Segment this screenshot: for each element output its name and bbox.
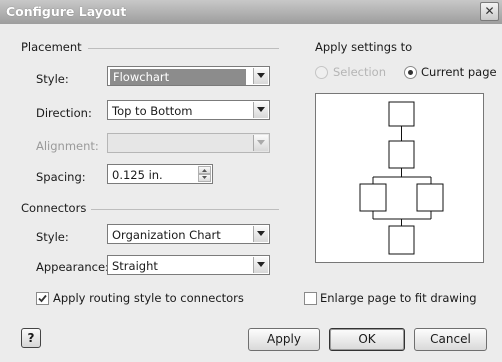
placement-style-value: Flowchart [110, 69, 246, 85]
placement-style-label: Style: [36, 72, 69, 86]
connector-style-dropdown[interactable]: Organization Chart [107, 224, 270, 244]
placement-style-dropdown[interactable]: Flowchart [107, 66, 270, 86]
flowchart-preview-icon [359, 101, 444, 255]
window-title: Configure Layout [6, 4, 127, 19]
radio-dot-icon [408, 70, 413, 75]
checkmark-icon [38, 294, 47, 303]
appearance-value: Straight [112, 259, 158, 273]
close-button[interactable]: ✕ [480, 2, 499, 21]
chevron-down-icon[interactable] [253, 226, 268, 242]
enlarge-page-checkbox-label[interactable]: Enlarge page to fit drawing [320, 291, 477, 305]
placement-divider [88, 48, 279, 49]
cancel-button[interactable]: Cancel [414, 328, 487, 351]
spin-up-icon[interactable] [198, 166, 211, 174]
close-icon: ✕ [484, 4, 495, 18]
connector-style-label: Style: [36, 230, 69, 244]
appearance-dropdown[interactable]: Straight [107, 255, 270, 275]
current-page-radio[interactable] [404, 66, 417, 79]
spacing-spinner[interactable]: 0.125 in. [107, 164, 213, 184]
apply-settings-heading: Apply settings to [315, 40, 413, 54]
help-icon: ? [27, 331, 35, 345]
connector-style-value: Organization Chart [112, 228, 221, 242]
chevron-down-icon[interactable] [253, 257, 268, 273]
alignment-dropdown[interactable] [107, 133, 270, 153]
placement-heading: Placement [21, 40, 82, 54]
apply-button[interactable]: Apply [248, 328, 320, 351]
routing-checkbox-label[interactable]: Apply routing style to connectors [53, 291, 244, 305]
enlarge-page-checkbox[interactable] [304, 292, 317, 305]
chevron-down-icon[interactable] [253, 102, 268, 118]
selection-radio[interactable] [315, 66, 328, 79]
spacing-label: Spacing: [36, 170, 86, 184]
selection-radio-label: Selection [333, 65, 386, 79]
current-page-radio-label[interactable]: Current page [421, 65, 497, 79]
connectors-divider [91, 209, 279, 210]
ok-button[interactable]: OK [329, 328, 405, 351]
chevron-down-icon[interactable] [253, 68, 268, 84]
routing-checkbox[interactable] [36, 292, 49, 305]
alignment-label: Alignment: [36, 139, 99, 153]
chevron-down-icon [253, 135, 268, 151]
appearance-label: Appearance: [36, 260, 109, 274]
help-button[interactable]: ? [21, 328, 41, 348]
direction-label: Direction: [36, 106, 92, 120]
direction-value: Top to Bottom [112, 104, 193, 118]
direction-dropdown[interactable]: Top to Bottom [107, 100, 270, 120]
layout-preview [315, 93, 484, 263]
connectors-heading: Connectors [21, 201, 87, 215]
title-bar: Configure Layout ✕ [0, 0, 502, 24]
spin-down-icon[interactable] [198, 174, 211, 182]
spacing-value: 0.125 in. [112, 168, 163, 182]
